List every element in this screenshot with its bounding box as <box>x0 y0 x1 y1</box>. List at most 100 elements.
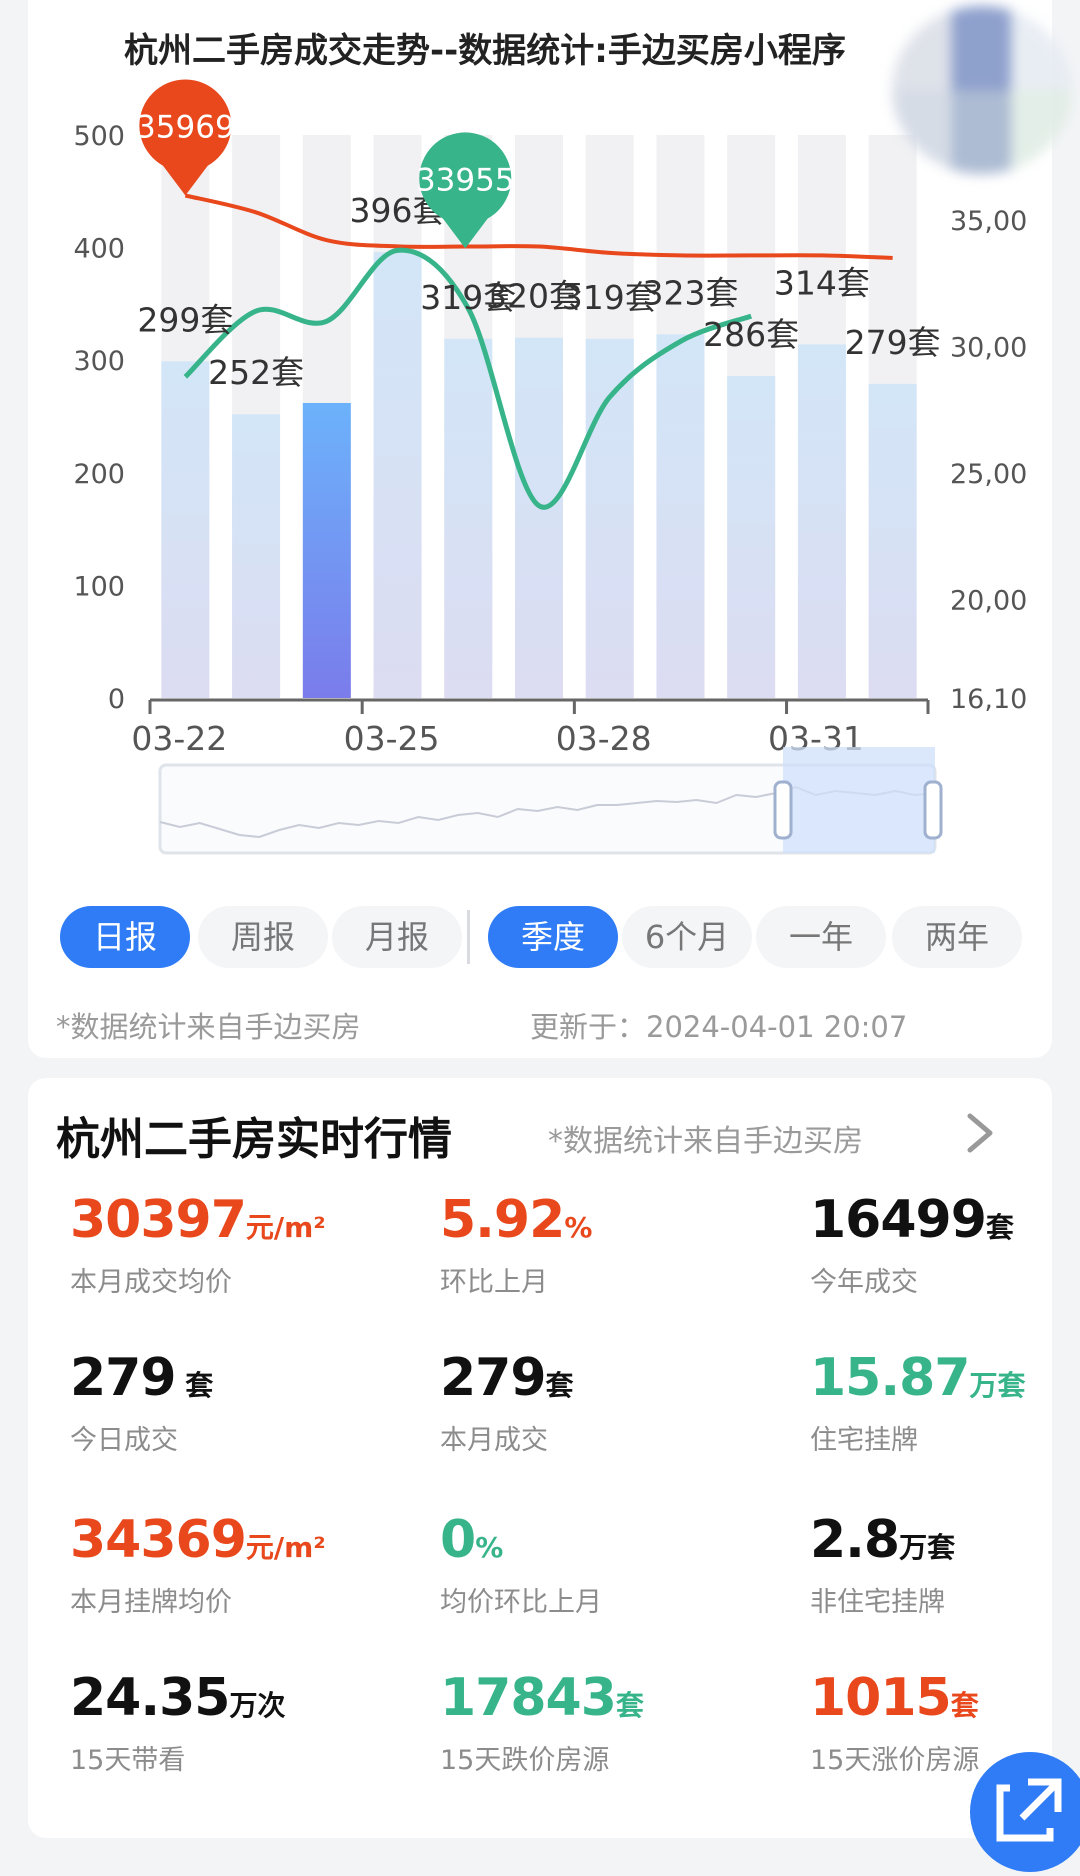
stat-number: 24.35 <box>70 1668 230 1728</box>
avatar-blurred[interactable] <box>892 6 1072 174</box>
tab-weekly[interactable]: 周报 <box>198 906 328 968</box>
stat-value: 17843套 <box>440 1668 644 1728</box>
stat-value: 34369元/m² <box>70 1510 326 1570</box>
bar <box>727 375 776 698</box>
stat-unit: 万套 <box>969 1369 1026 1402</box>
stat-number: 1015 <box>810 1668 952 1728</box>
stat-unit: 万套 <box>899 1531 956 1564</box>
selected-price-marker: 33955 <box>416 132 515 249</box>
tab-1-year[interactable]: 一年 <box>756 906 886 968</box>
stat-unit: 套 <box>950 1689 979 1722</box>
stat-unit: 套 <box>175 1369 214 1402</box>
chevron-right-icon[interactable] <box>960 1108 1000 1158</box>
stat-label: 本月挂牌均价 <box>70 1587 232 1618</box>
stat-label: 15天跌价房源 <box>440 1745 610 1776</box>
stat-item: 24.35万次 15天带看 <box>70 1668 286 1777</box>
bar <box>161 361 210 698</box>
stat-number: 2.8 <box>810 1510 900 1570</box>
stat-value: 0% <box>440 1510 602 1570</box>
bar <box>585 338 634 698</box>
data-source-note: *数据统计来自手边买房 <box>56 1010 361 1044</box>
range-slider[interactable] <box>158 747 943 855</box>
stat-item: 279 套今日成交 <box>70 1348 213 1457</box>
stat-item: 5.92% 环比上月 <box>440 1190 592 1299</box>
share-button[interactable] <box>970 1752 1080 1872</box>
tab-6-months[interactable]: 6个月 <box>622 906 752 968</box>
stat-number: 16499 <box>810 1190 987 1250</box>
stat-label: 本月成交 <box>440 1425 548 1456</box>
right-axis-tick: 20,00 <box>950 585 1027 616</box>
stat-unit: 元/m² <box>245 1531 326 1564</box>
stat-label: 今年成交 <box>810 1267 918 1298</box>
slider-handle-left <box>773 780 793 840</box>
bar-label: 279套 <box>845 323 941 362</box>
stat-item: 17843套 15天跌价房源 <box>440 1668 644 1777</box>
left-axis-tick: 300 <box>73 346 125 377</box>
stat-item: 2.8万套非住宅挂牌 <box>810 1510 955 1619</box>
bar-selected <box>302 402 351 698</box>
stat-unit: 套 <box>545 1369 574 1402</box>
stat-number: 5.92 <box>440 1190 565 1250</box>
tab-quarter[interactable]: 季度 <box>488 906 618 968</box>
bar-label: 299套 <box>137 300 233 339</box>
stat-number: 30397 <box>70 1190 247 1250</box>
stat-number: 279 <box>70 1348 177 1408</box>
tab-monthly[interactable]: 月报 <box>332 906 462 968</box>
bar <box>656 334 705 698</box>
right-axis-tick: 35,00 <box>950 206 1027 237</box>
max-price-marker: 35969 <box>136 79 235 196</box>
stat-value: 2.8万套 <box>810 1510 955 1570</box>
stat-label: 15天带看 <box>70 1745 186 1776</box>
bar <box>797 344 846 698</box>
x-axis-tick: 03-28 <box>556 719 652 758</box>
bar <box>232 414 281 698</box>
stat-number: 15.87 <box>810 1348 970 1408</box>
bar <box>515 337 563 698</box>
stat-label: 环比上月 <box>440 1267 548 1298</box>
bar <box>868 383 917 698</box>
stat-value: 30397元/m² <box>70 1190 326 1250</box>
stat-number: 279 <box>440 1348 547 1408</box>
report-tabs: 日报 周报 月报 季度 6个月 一年 两年 <box>0 906 1080 968</box>
max-price-marker-value: 35969 <box>136 109 235 145</box>
slider-handle-right <box>923 780 943 840</box>
stat-item: 279套本月成交 <box>440 1348 574 1457</box>
tab-2-years[interactable]: 两年 <box>892 906 1022 968</box>
stat-label: 住宅挂牌 <box>810 1425 918 1456</box>
external-link-icon <box>996 1778 1062 1842</box>
stat-item: 15.87万套住宅挂牌 <box>810 1348 1026 1457</box>
stat-label: 15天涨价房源 <box>810 1745 980 1776</box>
bar <box>373 252 422 698</box>
left-axis-tick: 200 <box>73 459 125 490</box>
bar-label: 252套 <box>208 353 304 392</box>
stat-item: 1015套 15天涨价房源 <box>810 1668 979 1777</box>
bar-label: 314套 <box>774 263 870 302</box>
right-axis-tick: 25,00 <box>950 459 1027 490</box>
market-title: 杭州二手房实时行情 <box>56 1114 452 1165</box>
stat-value: 24.35万次 <box>70 1668 286 1728</box>
market-source-note: *数据统计来自手边买房 <box>548 1124 863 1159</box>
stat-label: 今日成交 <box>70 1425 178 1456</box>
bar-label: 323套 <box>642 273 738 312</box>
left-axis-tick: 500 <box>73 121 125 152</box>
stat-value: 279 套 <box>70 1348 213 1408</box>
update-time: 更新于：2024-04-01 20:07 <box>530 1010 908 1044</box>
chart-title: 杭州二手房成交走势--数据统计:手边买房小程序 <box>124 31 846 71</box>
stat-unit: % <box>475 1531 504 1564</box>
bar <box>444 338 493 698</box>
left-axis-tick: 100 <box>73 571 125 602</box>
stat-label: 均价环比上月 <box>440 1587 602 1618</box>
stat-number: 34369 <box>70 1510 247 1570</box>
tab-divider <box>467 910 470 964</box>
tab-daily[interactable]: 日报 <box>60 906 190 968</box>
stat-item: 34369元/m² 本月挂牌均价 <box>70 1510 326 1619</box>
stat-label: 非住宅挂牌 <box>810 1587 945 1618</box>
stat-number: 17843 <box>440 1668 617 1728</box>
right-axis-tick: 16,10 <box>950 684 1027 715</box>
stat-value: 15.87万套 <box>810 1348 1026 1408</box>
stat-item: 0% 均价环比上月 <box>440 1510 602 1619</box>
stat-number: 0 <box>440 1510 476 1570</box>
stat-unit: 万次 <box>229 1689 286 1722</box>
stat-value: 279套 <box>440 1348 574 1408</box>
selected-price-marker-value: 33955 <box>416 162 515 198</box>
